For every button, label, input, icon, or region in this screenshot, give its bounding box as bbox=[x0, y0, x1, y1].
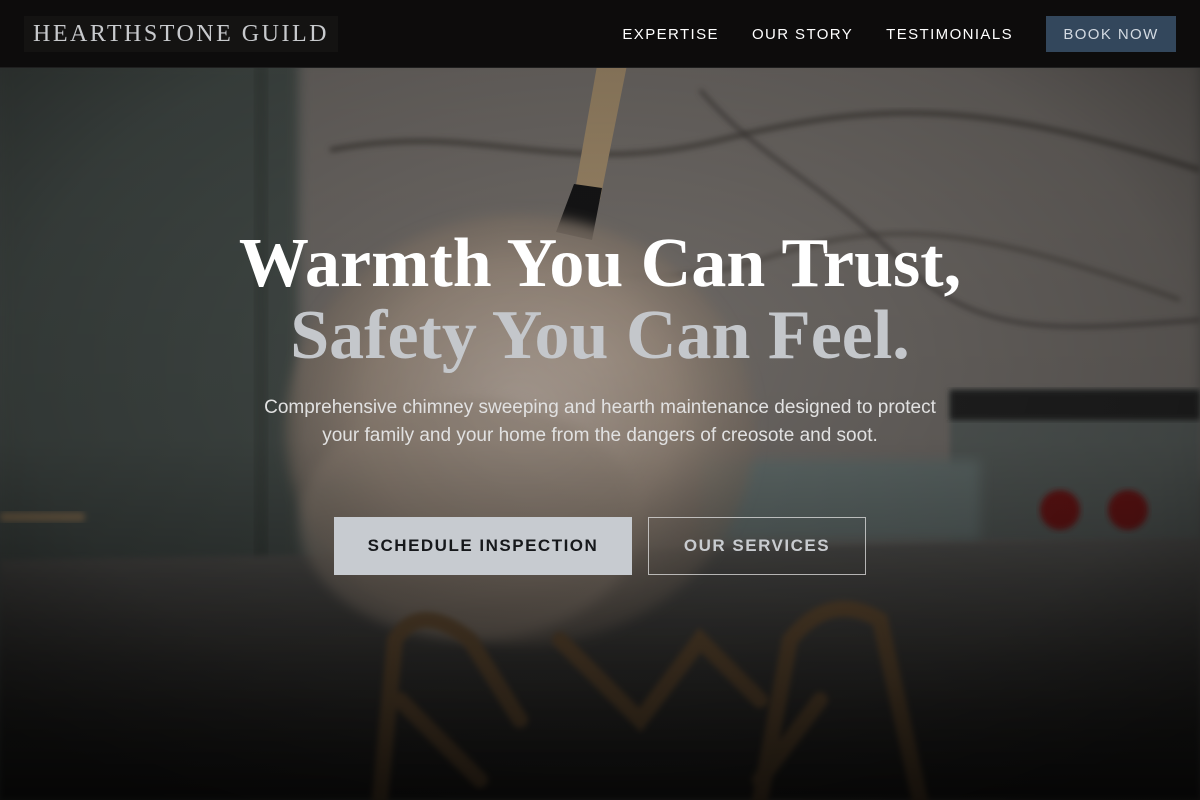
schedule-inspection-button[interactable]: SCHEDULE INSPECTION bbox=[334, 517, 632, 575]
hero-subheading: Comprehensive chimney sweeping and heart… bbox=[264, 397, 936, 446]
main-nav: EXPERTISE OUR STORY TESTIMONIALS BOOK NO… bbox=[622, 16, 1176, 52]
hero-headline-line1: Warmth You Can Trust, bbox=[238, 225, 962, 302]
hero-headline-line2: Safety You Can Feel. bbox=[290, 297, 910, 374]
nav-link-testimonials[interactable]: TESTIMONIALS bbox=[886, 26, 1013, 43]
nav-link-our-story[interactable]: OUR STORY bbox=[752, 26, 853, 43]
hero-section: Warmth You Can Trust, Safety You Can Fee… bbox=[0, 68, 1200, 800]
nav-link-expertise[interactable]: EXPERTISE bbox=[622, 26, 719, 43]
site-logo[interactable]: HEARTHSTONE GUILD bbox=[24, 16, 338, 52]
site-header: HEARTHSTONE GUILD EXPERTISE OUR STORY TE… bbox=[0, 0, 1200, 68]
our-services-button[interactable]: OUR SERVICES bbox=[648, 517, 866, 575]
landing-page: HEARTHSTONE GUILD EXPERTISE OUR STORY TE… bbox=[0, 0, 1200, 800]
book-now-button[interactable]: BOOK NOW bbox=[1046, 16, 1176, 52]
